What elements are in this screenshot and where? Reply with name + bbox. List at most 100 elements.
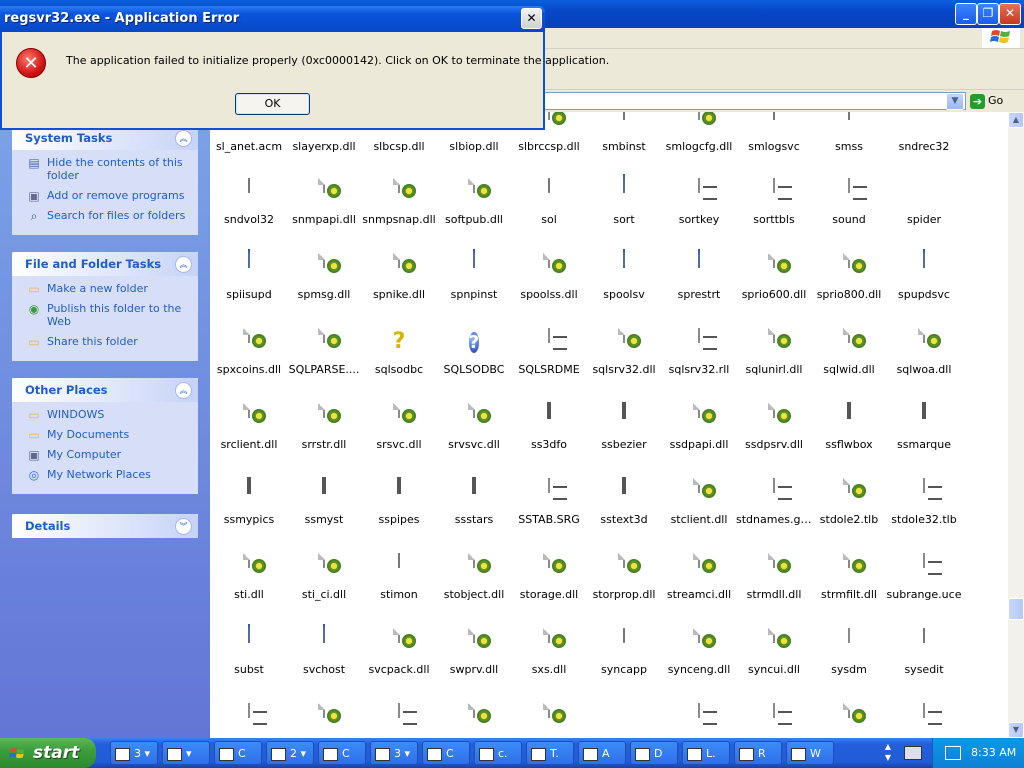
file-item[interactable]: spxcoins.dll [211, 328, 287, 376]
file-item[interactable]: spnike.dll [361, 253, 437, 301]
task-link[interactable]: ▣ My Computer [12, 448, 198, 462]
task-link[interactable]: ◎ My Network Places [12, 468, 198, 482]
file-item[interactable]: sqlunirl.dll [736, 328, 812, 376]
file-item[interactable]: stdole32.tlb [886, 478, 962, 526]
file-item[interactable]: srvsvc.dll [436, 403, 512, 451]
file-item[interactable]: srrstr.dll [286, 403, 362, 451]
file-item[interactable]: spoolsv [586, 249, 662, 301]
taskbar-button[interactable]: D [630, 741, 678, 765]
file-item[interactable]: softpub.dll [436, 178, 512, 226]
file-item[interactable]: stclient.dll [661, 478, 737, 526]
ok-button[interactable]: OK [235, 93, 310, 115]
file-item[interactable]: sprio600.dll [736, 253, 812, 301]
taskbar-button[interactable]: c. [474, 741, 522, 765]
keyboard-icon[interactable] [904, 746, 922, 760]
file-item[interactable]: sxs.dll [511, 628, 587, 676]
scroll-down-button[interactable]: ▼ [1008, 722, 1024, 738]
start-button[interactable]: start [0, 738, 96, 768]
file-item[interactable]: SQLPARSE.... [286, 328, 362, 376]
file-item[interactable]: ? SQLSODBC [436, 329, 512, 376]
file-item[interactable]: sol [511, 178, 587, 226]
file-item[interactable]: ss3dfo [511, 402, 587, 451]
panel-header[interactable]: Details ︾ [12, 514, 198, 538]
taskbar-button[interactable]: T. [526, 741, 574, 765]
file-item[interactable]: ssmypics [211, 477, 287, 526]
close-window-button[interactable]: ✕ [999, 3, 1021, 25]
file-item[interactable]: snmpapi.dll [286, 178, 362, 226]
file-item[interactable]: sorttbls [736, 178, 812, 226]
file-item[interactable]: stdnames.gpd [736, 478, 812, 526]
file-item[interactable] [511, 703, 587, 738]
file-item[interactable]: sti.dll [211, 553, 287, 601]
task-link[interactable]: ▭ WINDOWS [12, 408, 198, 422]
panel-header[interactable]: File and Folder Tasks ︽ [12, 252, 198, 276]
file-item[interactable]: snmpsnap.dll [361, 178, 437, 226]
taskbar-button[interactable]: C [318, 741, 366, 765]
file-item[interactable]: syncui.dll [736, 628, 812, 676]
network-tray-icon[interactable] [945, 746, 961, 760]
file-item[interactable]: strmfilt.dll [811, 553, 887, 601]
file-item[interactable]: sqlwoa.dll [886, 328, 962, 376]
collapse-icon[interactable]: ︽ [175, 130, 192, 147]
file-item[interactable]: sprio800.dll [811, 253, 887, 301]
file-item[interactable]: ssmyst [286, 477, 362, 526]
file-item[interactable]: sqlsrv32.rll [661, 328, 737, 376]
file-item[interactable]: sqlsrv32.dll [586, 328, 662, 376]
file-item[interactable]: svcpack.dll [361, 628, 437, 676]
taskbar-button[interactable]: W [786, 741, 834, 765]
taskbar-button[interactable]: C [214, 741, 262, 765]
clock[interactable]: 8:33 AM [971, 746, 1016, 759]
vertical-scrollbar[interactable]: ▲ ▼ [1008, 112, 1024, 738]
file-item[interactable]: synceng.dll [661, 628, 737, 676]
file-item[interactable]: sortkey [661, 178, 737, 226]
file-item[interactable]: smlogcfg.dll [661, 112, 737, 153]
dialog-close-button[interactable]: ✕ [521, 8, 542, 29]
task-link[interactable]: ▭ Make a new folder [12, 282, 198, 296]
task-link[interactable]: ▭ Share this folder [12, 335, 198, 349]
scroll-up-button[interactable]: ▲ [1008, 112, 1024, 128]
file-item[interactable]: ssflwbox [811, 402, 887, 451]
restore-button[interactable]: ❐ [977, 3, 999, 25]
file-item[interactable]: ssmarque [886, 402, 962, 451]
file-item[interactable] [886, 703, 962, 738]
address-input[interactable] [540, 92, 966, 110]
file-item[interactable]: strmdll.dll [736, 553, 812, 601]
taskbar-button[interactable]: A [578, 741, 626, 765]
task-link[interactable]: ▤ Hide the contents of this folder [12, 156, 198, 182]
file-item[interactable]: subst [211, 624, 287, 676]
file-item[interactable]: stobject.dll [436, 553, 512, 601]
file-item[interactable]: spiisupd [211, 249, 287, 301]
file-item[interactable]: sqlwid.dll [811, 328, 887, 376]
file-item[interactable]: swprv.dll [436, 628, 512, 676]
file-item[interactable]: streamci.dll [661, 553, 737, 601]
file-item[interactable]: sndrec32 [886, 112, 962, 153]
scroll-thumb[interactable] [1008, 598, 1024, 620]
file-item[interactable]: ssbezier [586, 402, 662, 451]
file-item[interactable] [661, 703, 737, 738]
file-item[interactable]: sndvol32 [211, 178, 287, 226]
task-link[interactable]: ▣ Add or remove programs [12, 189, 198, 203]
file-item[interactable]: srsvc.dll [361, 403, 437, 451]
minimize-button[interactable]: _ [955, 3, 977, 25]
file-item[interactable]: stdole2.tlb [811, 478, 887, 526]
file-item[interactable]: sti_ci.dll [286, 553, 362, 601]
file-item[interactable] [811, 703, 887, 738]
file-item[interactable] [361, 703, 437, 738]
file-item[interactable] [586, 704, 662, 738]
task-link[interactable]: ◉ Publish this folder to the Web [12, 302, 198, 328]
file-item[interactable]: SQLSRDME [511, 328, 587, 376]
taskbar-button[interactable]: 3 ▾ [110, 741, 158, 765]
file-item[interactable]: spider [886, 179, 962, 226]
file-item[interactable]: sysdm [811, 628, 887, 676]
file-item[interactable]: sound [811, 178, 887, 226]
file-item[interactable]: sysedit [886, 628, 962, 676]
file-item[interactable]: smbinst [586, 112, 662, 153]
file-item[interactable]: SSTAB.SRG [511, 478, 587, 526]
file-item[interactable]: smss [811, 112, 887, 153]
file-item[interactable]: storprop.dll [586, 553, 662, 601]
address-dropdown-button[interactable]: ▼ [946, 93, 964, 110]
file-item[interactable] [436, 703, 512, 738]
go-button[interactable]: ➔ Go [970, 92, 1020, 110]
file-item[interactable]: svchost [286, 624, 362, 676]
file-item[interactable]: ssdpsrv.dll [736, 403, 812, 451]
